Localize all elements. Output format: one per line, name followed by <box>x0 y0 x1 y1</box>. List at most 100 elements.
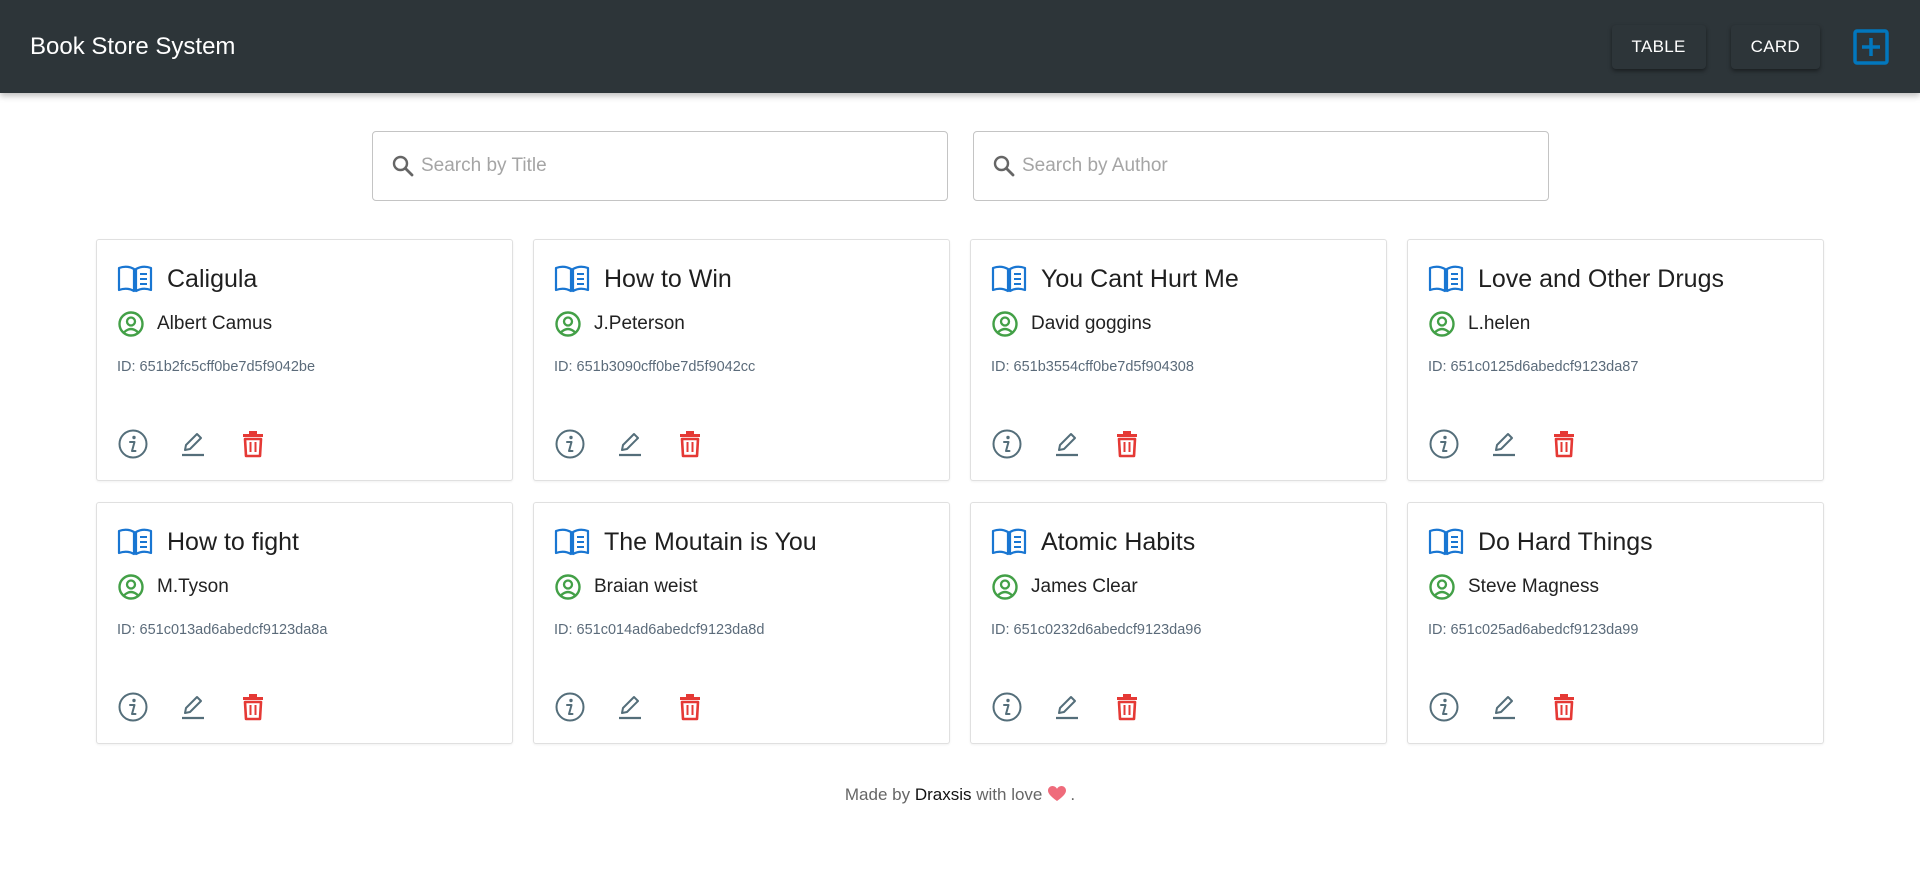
book-actions <box>554 691 706 723</box>
search-icon <box>993 155 1015 177</box>
open-book-icon <box>991 528 1027 556</box>
footer-suffix: with love <box>976 785 1043 804</box>
info-icon <box>555 692 585 722</box>
book-title-row: Do Hard Things <box>1428 525 1803 559</box>
info-button[interactable] <box>117 691 149 723</box>
footer-prefix: Made by <box>844 785 911 804</box>
info-icon <box>118 692 148 722</box>
book-title: How to Win <box>604 264 732 293</box>
book-title: Atomic Habits <box>1041 527 1196 556</box>
delete-trash-icon <box>243 431 263 458</box>
title-search-input[interactable] <box>421 155 901 177</box>
edit-button[interactable] <box>1488 691 1520 723</box>
delete-button[interactable] <box>237 428 269 460</box>
delete-trash-icon <box>1117 694 1137 721</box>
delete-button[interactable] <box>1111 691 1143 723</box>
book-actions <box>554 428 706 460</box>
table-view-button[interactable]: TABLE <box>1611 24 1706 69</box>
book-author-row: L.helen <box>1428 310 1803 338</box>
info-icon <box>992 692 1022 722</box>
app-bar: Book Store System TABLE CARD <box>0 0 1920 93</box>
book-id: ID: 651c025ad6abedcf9123da99 <box>1428 622 1803 640</box>
title-search-box[interactable] <box>372 131 948 201</box>
author-search-input[interactable] <box>1022 155 1502 177</box>
book-id-value: 651c013ad6abedcf9123da8a <box>139 622 328 638</box>
info-button[interactable] <box>117 428 149 460</box>
book-actions <box>117 691 269 723</box>
book-id-value: 651c0125d6abedcf9123da87 <box>1450 359 1639 375</box>
book-card: Love and Other Drugs L.helen ID: 651c0125… <box>1407 239 1824 481</box>
edit-pencil-icon <box>1493 433 1515 457</box>
delete-button[interactable] <box>674 428 706 460</box>
book-author-row: Braian weist <box>554 573 929 601</box>
book-author-row: Steve Magness <box>1428 573 1803 601</box>
edit-button[interactable] <box>614 428 646 460</box>
book-author: David goggins <box>1031 313 1152 334</box>
delete-trash-icon <box>1117 431 1137 458</box>
book-id-label: ID: <box>991 622 1010 638</box>
heart-icon <box>1048 786 1067 801</box>
account-circle-icon <box>118 574 144 600</box>
delete-button[interactable] <box>237 691 269 723</box>
edit-button[interactable] <box>1051 428 1083 460</box>
book-id-value: 651c025ad6abedcf9123da99 <box>1450 622 1639 638</box>
info-icon <box>1429 429 1459 459</box>
info-icon <box>555 429 585 459</box>
book-id: ID: 651b3090cff0be7d5f9042cc <box>554 359 929 377</box>
account-circle-icon <box>555 311 581 337</box>
delete-button[interactable] <box>1548 428 1580 460</box>
open-book-icon <box>1428 528 1464 556</box>
footer-author-name: Draxsis <box>914 785 972 804</box>
book-id: ID: 651c0125d6abedcf9123da87 <box>1428 359 1803 377</box>
info-button[interactable] <box>554 691 586 723</box>
book-author: L.helen <box>1468 313 1531 334</box>
book-id-value: 651b2fc5cff0be7d5f9042be <box>139 359 316 375</box>
open-book-icon <box>1428 265 1464 293</box>
delete-button[interactable] <box>674 691 706 723</box>
card-view-button[interactable]: CARD <box>1730 24 1820 69</box>
edit-button[interactable] <box>614 691 646 723</box>
book-author-row: J.Peterson <box>554 310 929 338</box>
info-button[interactable] <box>554 428 586 460</box>
edit-pencil-icon <box>182 696 204 720</box>
book-author: J.Peterson <box>594 313 685 334</box>
book-id-value: 651b3090cff0be7d5f9042cc <box>576 359 756 375</box>
edit-button[interactable] <box>1488 428 1520 460</box>
book-id: ID: 651c014ad6abedcf9123da8d <box>554 622 929 640</box>
book-title: How to fight <box>167 527 300 556</box>
book-author: Albert Camus <box>157 313 273 334</box>
book-id: ID: 651c0232d6abedcf9123da96 <box>991 622 1366 640</box>
footer: Made by Draxsis with love . <box>0 785 1920 805</box>
edit-pencil-icon <box>1056 696 1078 720</box>
account-circle-icon <box>1429 574 1455 600</box>
book-card-grid: Caligula Albert Camus ID: 651b2fc5cff0be7… <box>96 239 1824 744</box>
edit-pencil-icon <box>1056 433 1078 457</box>
edit-button[interactable] <box>177 428 209 460</box>
book-author: Steve Magness <box>1468 576 1599 597</box>
search-row <box>372 131 1549 201</box>
add-book-button[interactable] <box>1852 28 1890 66</box>
info-button[interactable] <box>1428 428 1460 460</box>
book-actions <box>991 428 1143 460</box>
edit-pencil-icon <box>1493 696 1515 720</box>
delete-trash-icon <box>243 694 263 721</box>
info-button[interactable] <box>991 691 1023 723</box>
book-author: James Clear <box>1031 576 1138 597</box>
book-author-row: Albert Camus <box>117 310 492 338</box>
delete-button[interactable] <box>1111 428 1143 460</box>
book-actions <box>991 691 1143 723</box>
info-button[interactable] <box>991 428 1023 460</box>
account-circle-icon <box>992 311 1018 337</box>
edit-button[interactable] <box>1051 691 1083 723</box>
edit-button[interactable] <box>177 691 209 723</box>
author-search-box[interactable] <box>973 131 1549 201</box>
info-button[interactable] <box>1428 691 1460 723</box>
delete-button[interactable] <box>1548 691 1580 723</box>
footer-end: . <box>1070 785 1076 804</box>
book-id: ID: 651b3554cff0be7d5f904308 <box>991 359 1366 377</box>
account-circle-icon <box>118 311 144 337</box>
info-icon <box>1429 692 1459 722</box>
book-id-label: ID: <box>991 359 1010 375</box>
delete-trash-icon <box>680 431 700 458</box>
book-title: You Cant Hurt Me <box>1041 264 1239 293</box>
